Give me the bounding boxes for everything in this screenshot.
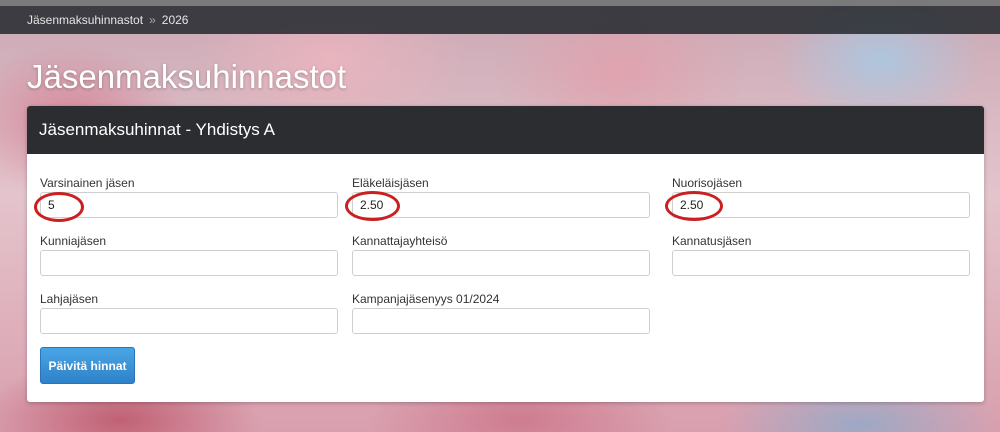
field-kannattajayhteiso: Kannattajayhteisö [352, 234, 650, 276]
field-label: Lahjajäsen [40, 292, 99, 306]
field-label: Varsinainen jäsen [40, 176, 135, 190]
elakelaisjasen-input[interactable] [352, 192, 650, 218]
breadcrumb-item-year[interactable]: 2026 [162, 13, 189, 27]
field-varsinainen: Varsinainen jäsen [40, 176, 338, 218]
update-prices-button[interactable]: Päivitä hinnat [40, 347, 135, 384]
field-label: Nuorisojäsen [672, 176, 743, 190]
kannattajayhteiso-input[interactable] [352, 250, 650, 276]
kunniajasen-input[interactable] [40, 250, 338, 276]
field-nuoriso: Nuorisojäsen [672, 176, 970, 218]
field-label: Kampanjajäsenyys 01/2024 [352, 292, 500, 306]
field-kampanja: Kampanjajäsenyys 01/2024 [352, 292, 650, 334]
kannatusjasen-input[interactable] [672, 250, 970, 276]
field-label: Kannattajayhteisö [352, 234, 448, 248]
field-label: Kannatusjäsen [672, 234, 752, 248]
field-kunnia: Kunniajäsen [40, 234, 338, 276]
field-label: Kunniajäsen [40, 234, 107, 248]
varsinainen-jasen-input[interactable] [40, 192, 338, 218]
lahjajasen-input[interactable] [40, 308, 338, 334]
page-title: Jäsenmaksuhinnastot [27, 58, 347, 95]
field-elakelais: Eläkeläisjäsen [352, 176, 650, 218]
field-label: Eläkeläisjäsen [352, 176, 429, 190]
panel-title: Jäsenmaksuhinnat - Yhdistys A [27, 106, 984, 154]
breadcrumb-item-root[interactable]: Jäsenmaksuhinnastot [27, 13, 143, 27]
nuorisojasen-input[interactable] [672, 192, 970, 218]
breadcrumb-separator: » [149, 13, 156, 27]
field-kannatus: Kannatusjäsen [672, 234, 970, 276]
breadcrumb: Jäsenmaksuhinnastot » 2026 [0, 6, 1000, 34]
kampanjajasenyys-input[interactable] [352, 308, 650, 334]
price-panel: Jäsenmaksuhinnat - Yhdistys A Varsinaine… [27, 106, 984, 402]
field-lahja: Lahjajäsen [40, 292, 338, 334]
